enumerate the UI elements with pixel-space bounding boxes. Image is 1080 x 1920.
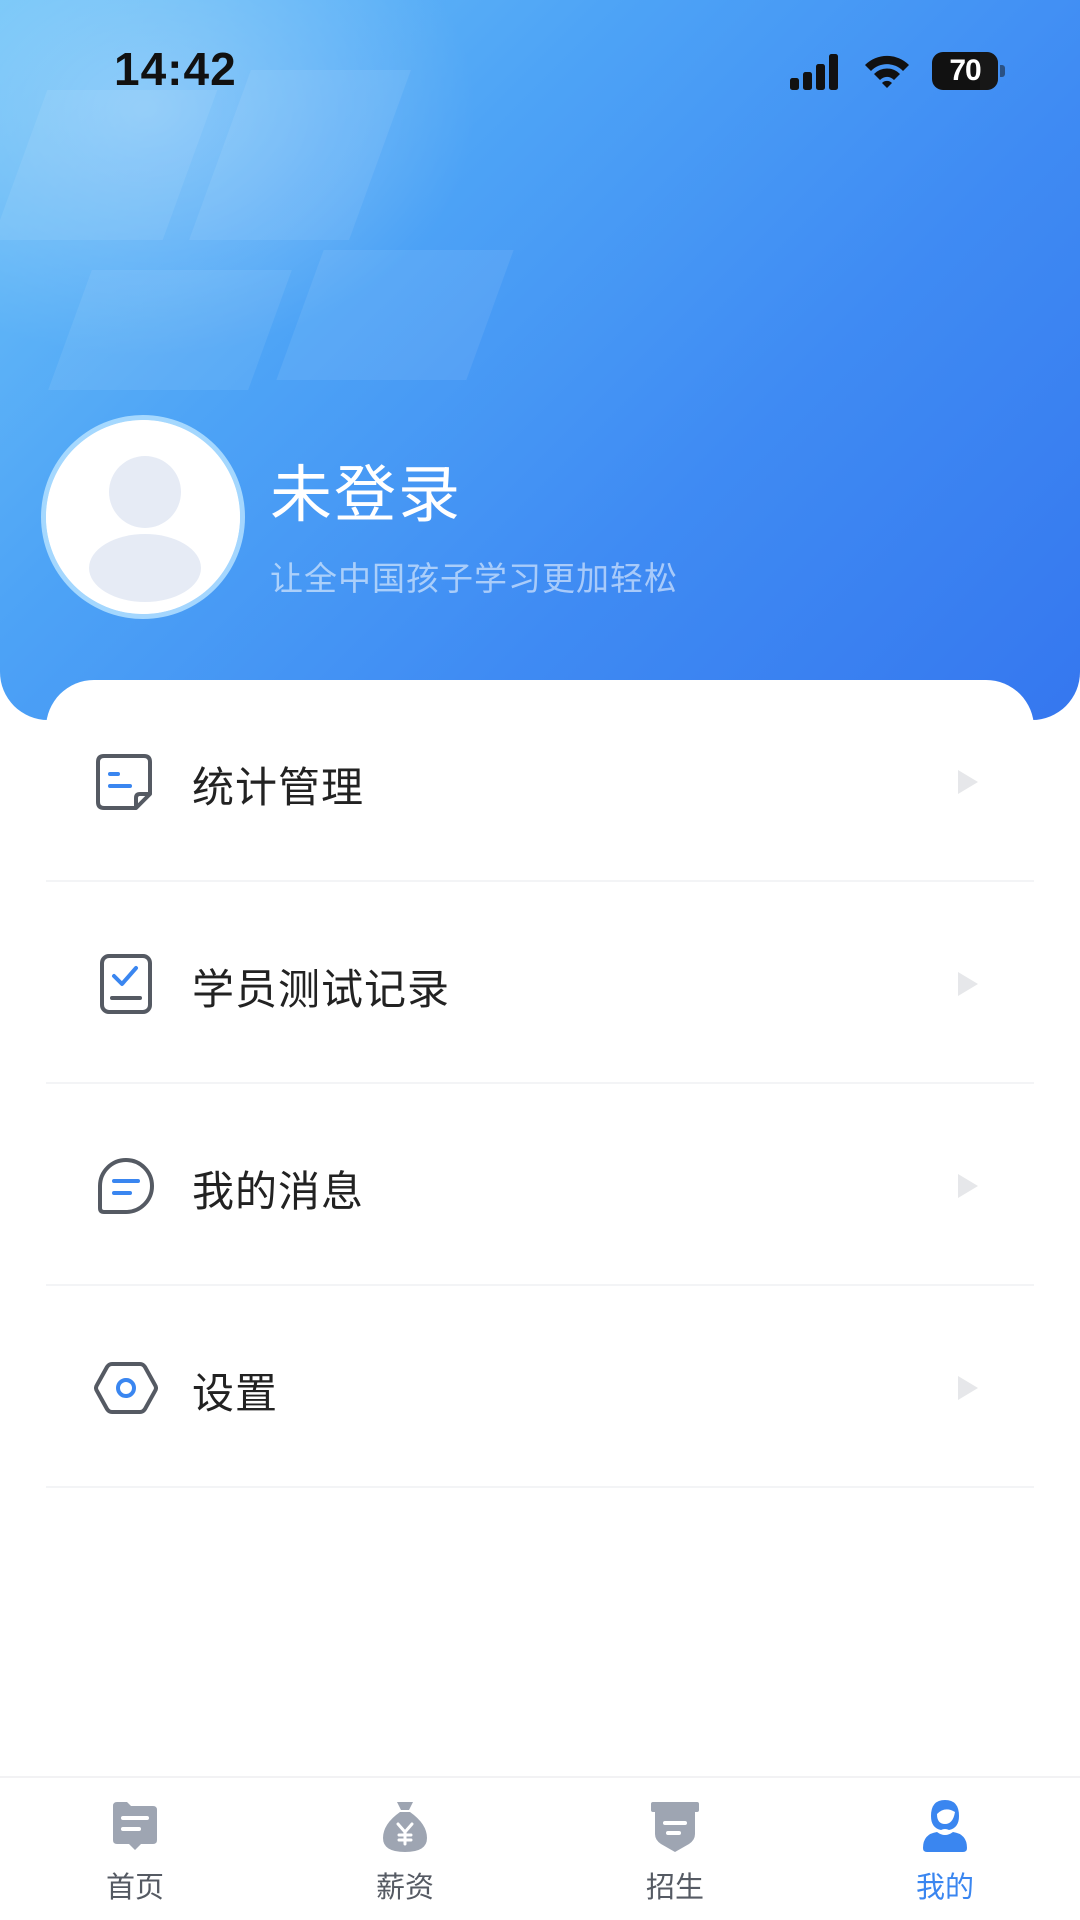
menu-card: 统计管理 学员测试记录 我的消息 设置 bbox=[46, 680, 1034, 1780]
battery-body: 70 bbox=[932, 52, 998, 90]
battery-nub bbox=[1000, 65, 1005, 77]
document-stats-icon bbox=[94, 750, 158, 814]
profile-user-icon bbox=[919, 1798, 971, 1854]
battery-indicator: 70 bbox=[932, 52, 1006, 90]
wifi-icon bbox=[865, 55, 909, 88]
menu-item-label: 统计管理 bbox=[192, 763, 365, 812]
chevron-right-icon bbox=[958, 972, 978, 996]
profile-header: 14:42 70 未登录 让全中国孩子学习更加轻松 bbox=[0, 0, 1080, 720]
enroll-badge-icon bbox=[649, 1798, 701, 1854]
default-avatar-icon bbox=[46, 420, 240, 614]
money-bag-icon bbox=[379, 1798, 431, 1854]
tab-label: 我的 bbox=[915, 1870, 974, 1904]
header-decoration bbox=[48, 270, 292, 390]
tab-salary[interactable]: 薪资 bbox=[305, 1778, 505, 1920]
menu-item-messages[interactable]: 我的消息 bbox=[46, 1084, 1034, 1286]
battery-empty-portion bbox=[980, 52, 998, 90]
tab-mine[interactable]: 我的 bbox=[845, 1778, 1045, 1920]
tab-label: 薪资 bbox=[375, 1870, 434, 1904]
menu-item-test-records[interactable]: 学员测试记录 bbox=[46, 882, 1034, 1084]
home-icon bbox=[109, 1798, 161, 1854]
cellular-signal-icon bbox=[790, 54, 838, 90]
menu-item-label: 学员测试记录 bbox=[192, 965, 451, 1014]
checklist-clipboard-icon bbox=[94, 952, 158, 1016]
menu-item-statistics[interactable]: 统计管理 bbox=[46, 680, 1034, 882]
menu-item-label: 设置 bbox=[192, 1369, 279, 1418]
settings-hexagon-icon bbox=[94, 1356, 158, 1420]
battery-level: 70 bbox=[949, 54, 981, 87]
menu-item-settings[interactable]: 设置 bbox=[46, 1286, 1034, 1488]
login-status-name[interactable]: 未登录 bbox=[270, 444, 462, 534]
tab-label: 首页 bbox=[105, 1870, 164, 1904]
profile-slogan: 让全中国孩子学习更加轻松 bbox=[270, 559, 678, 598]
chevron-right-icon bbox=[958, 1376, 978, 1400]
tab-label: 招生 bbox=[645, 1870, 704, 1904]
tab-home[interactable]: 首页 bbox=[35, 1778, 235, 1920]
bottom-tab-bar: 首页 薪资 招生 我的 bbox=[0, 1776, 1080, 1920]
menu-item-label: 我的消息 bbox=[192, 1167, 365, 1216]
profile-screen: 14:42 70 未登录 让全中国孩子学习更加轻松 统计管理 学员测试记录 我的… bbox=[0, 0, 1080, 1920]
tab-enrollment[interactable]: 招生 bbox=[575, 1778, 775, 1920]
chevron-right-icon bbox=[958, 1174, 978, 1198]
status-time: 14:42 bbox=[114, 43, 237, 95]
chevron-right-icon bbox=[958, 770, 978, 794]
avatar[interactable] bbox=[46, 420, 240, 614]
message-bubble-icon bbox=[94, 1154, 158, 1218]
